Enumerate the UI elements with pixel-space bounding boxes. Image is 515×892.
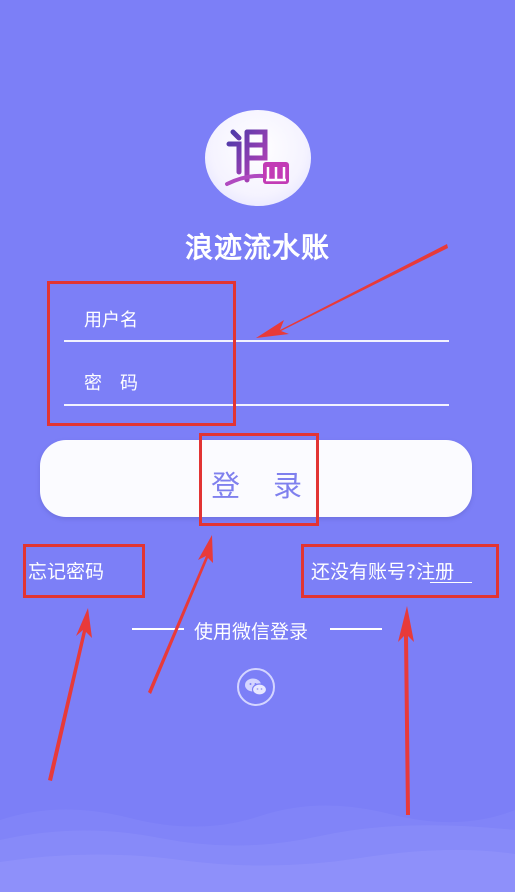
annotation-box-inputs: [47, 281, 236, 426]
wechat-login-label: 使用微信登录: [194, 621, 309, 643]
annotation-box-register: [301, 544, 499, 598]
annotation-box-forgot: [23, 544, 145, 598]
divider-right: [330, 628, 382, 630]
wechat-icon[interactable]: [236, 667, 276, 707]
arrow-to-forgot: [48, 608, 92, 781]
app-title: 浪迹流水账: [184, 231, 330, 264]
divider-left: [132, 628, 184, 630]
app-logo: 追迹: [205, 110, 311, 206]
logo-graphic: [225, 129, 289, 186]
arrow-to-login: [148, 535, 213, 694]
background-waves: [0, 805, 515, 892]
annotation-box-login: [199, 433, 319, 526]
